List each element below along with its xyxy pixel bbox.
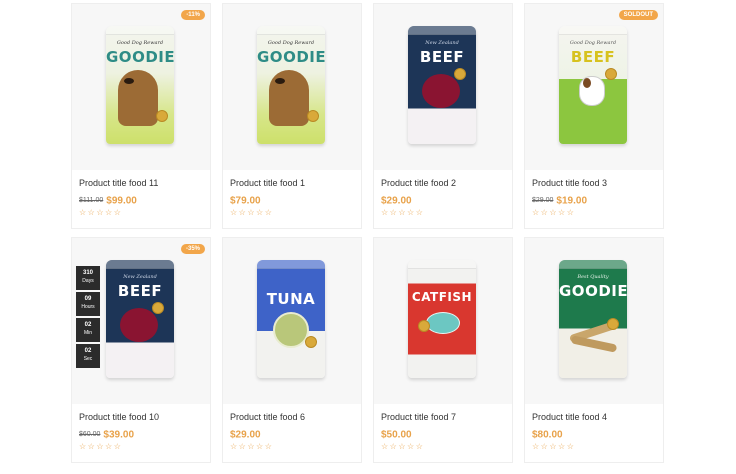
- product-image[interactable]: Best Quality GOODIE: [525, 238, 663, 404]
- catfish-pouch-image: CATFISH: [408, 260, 476, 378]
- soldout-badge: SOLDOUT: [618, 10, 658, 20]
- beef-pouch-image: New Zealand BEEF: [408, 26, 476, 144]
- product-card[interactable]: Good Dog Reward GOODIE -11% Product titl…: [71, 3, 211, 229]
- price-row: $111.00 $99.00: [79, 192, 137, 207]
- current-price: $39.00: [103, 429, 135, 441]
- current-price: $19.00: [556, 195, 588, 207]
- discount-badge: -11%: [181, 10, 205, 20]
- rating-stars: ☆☆☆☆☆: [532, 442, 576, 451]
- current-price: $29.00: [230, 429, 261, 441]
- goodie-pouch-image: Good Dog Reward GOODIE: [106, 26, 174, 144]
- price-row: $60.00 $39.00: [79, 426, 135, 441]
- product-image[interactable]: TUNA: [223, 238, 361, 404]
- product-card[interactable]: New Zealand BEEF 310 Days 09 Hours 02 Min 0…: [71, 237, 211, 463]
- tuna-pouch-image: TUNA: [257, 260, 325, 378]
- countdown-days: 310 Days: [76, 266, 100, 290]
- current-price: $50.00: [381, 429, 412, 441]
- countdown-timer: 310 Days 09 Hours 02 Min 02 Sec: [76, 266, 100, 370]
- price-row: $29.00 $19.00: [532, 192, 588, 207]
- rating-stars: ☆☆☆☆☆: [381, 208, 425, 217]
- price-row: $50.00: [381, 426, 412, 441]
- beef-pouch-image: Good Dog Reward BEEF: [559, 26, 627, 144]
- product-title[interactable]: Product title food 4: [532, 412, 607, 422]
- price-row: $80.00: [532, 426, 563, 441]
- rating-stars: ☆☆☆☆☆: [79, 442, 123, 451]
- product-title[interactable]: Product title food 1: [230, 178, 305, 188]
- countdown-seconds: 02 Sec: [76, 344, 100, 368]
- goodie-pouch-image: Good Dog Reward GOODIE: [257, 26, 325, 144]
- rating-stars: ☆☆☆☆☆: [381, 442, 425, 451]
- rating-stars: ☆☆☆☆☆: [79, 208, 123, 217]
- old-price: $111.00: [79, 197, 104, 205]
- old-price: $60.00: [79, 431, 101, 439]
- product-image[interactable]: Good Dog Reward GOODIE: [72, 4, 210, 170]
- product-card[interactable]: Good Dog Reward BEEF SOLDOUT Product tit…: [524, 3, 664, 229]
- product-title[interactable]: Product title food 10: [79, 412, 159, 422]
- beef-pouch-image: New Zealand BEEF: [106, 260, 174, 378]
- discount-badge: -35%: [180, 244, 205, 254]
- current-price: $99.00: [106, 195, 137, 207]
- rating-stars: ☆☆☆☆☆: [230, 208, 274, 217]
- product-image[interactable]: New Zealand BEEF: [374, 4, 512, 170]
- countdown-minutes: 02 Min: [76, 318, 100, 342]
- rating-stars: ☆☆☆☆☆: [532, 208, 576, 217]
- product-card[interactable]: TUNA Product title food 6 $29.00 ☆☆☆☆☆: [222, 237, 362, 463]
- product-title[interactable]: Product title food 7: [381, 412, 456, 422]
- product-card[interactable]: Best Quality GOODIE Product title food 4…: [524, 237, 664, 463]
- product-image[interactable]: Good Dog Reward BEEF: [525, 4, 663, 170]
- price-row: $79.00: [230, 192, 261, 207]
- product-card[interactable]: Good Dog Reward GOODIE Product title foo…: [222, 3, 362, 229]
- product-title[interactable]: Product title food 11: [79, 178, 158, 188]
- product-title[interactable]: Product title food 2: [381, 178, 456, 188]
- old-price: $29.00: [532, 197, 554, 205]
- product-title[interactable]: Product title food 3: [532, 178, 607, 188]
- current-price: $80.00: [532, 429, 563, 441]
- countdown-hours: 09 Hours: [76, 292, 100, 316]
- goodie-pouch-image: Best Quality GOODIE: [559, 260, 627, 378]
- product-card[interactable]: New Zealand BEEF Product title food 2 $2…: [373, 3, 513, 229]
- price-row: $29.00: [381, 192, 412, 207]
- product-grid: Good Dog Reward GOODIE -11% Product titl…: [71, 3, 665, 471]
- price-row: $29.00: [230, 426, 261, 441]
- product-image[interactable]: New Zealand BEEF 310 Days 09 Hours 02 Min 0…: [72, 238, 210, 404]
- current-price: $79.00: [230, 195, 261, 207]
- product-image[interactable]: Good Dog Reward GOODIE: [223, 4, 361, 170]
- product-image[interactable]: CATFISH: [374, 238, 512, 404]
- product-title[interactable]: Product title food 6: [230, 412, 305, 422]
- product-card[interactable]: CATFISH Product title food 7 $50.00 ☆☆☆☆…: [373, 237, 513, 463]
- rating-stars: ☆☆☆☆☆: [230, 442, 274, 451]
- current-price: $29.00: [381, 195, 412, 207]
